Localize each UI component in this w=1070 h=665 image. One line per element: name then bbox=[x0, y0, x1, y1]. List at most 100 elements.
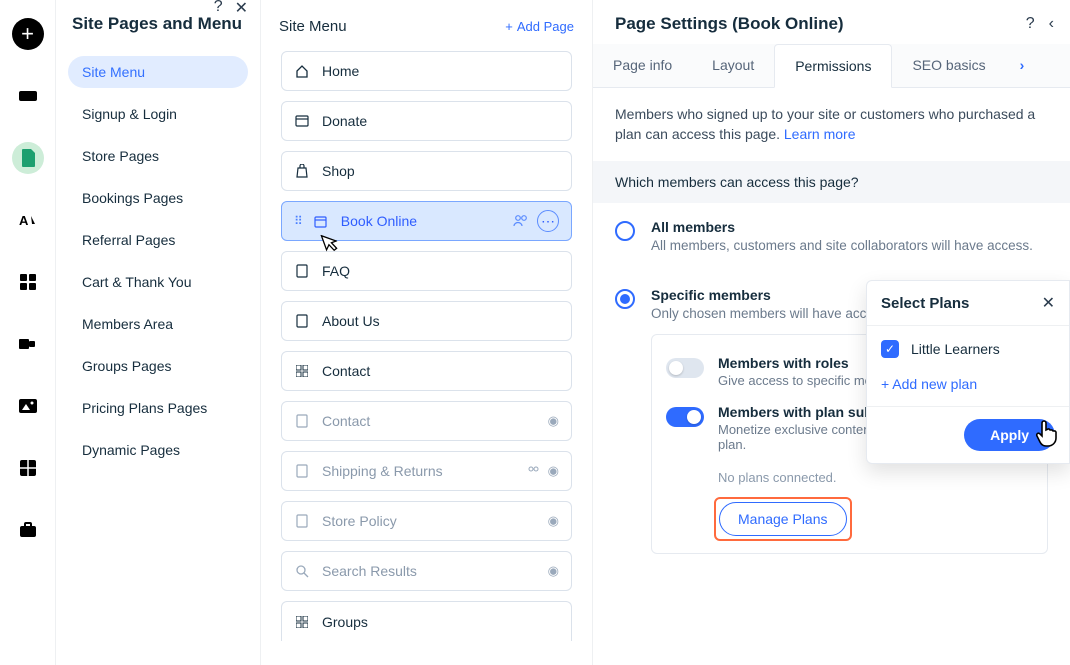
grid-icon bbox=[294, 363, 310, 379]
page-icon bbox=[294, 513, 310, 529]
category-bookings-pages[interactable]: Bookings Pages bbox=[68, 182, 248, 214]
select-plans-popup: Select Plans ✕ ✓ Little Learners + Add n… bbox=[866, 280, 1070, 464]
category-referral-pages[interactable]: Referral Pages bbox=[68, 224, 248, 256]
apply-button[interactable]: Apply bbox=[964, 419, 1055, 451]
tabs-scroll-right[interactable]: › bbox=[1006, 44, 1039, 87]
page-label: FAQ bbox=[322, 263, 350, 279]
page-icon bbox=[294, 413, 310, 429]
category-dynamic-pages[interactable]: Dynamic Pages bbox=[68, 434, 248, 466]
page-actions-button[interactable]: ⋯ bbox=[537, 210, 559, 232]
close-icon[interactable]: ✕ bbox=[235, 0, 248, 18]
apps-icon[interactable] bbox=[12, 266, 44, 298]
page-label: Donate bbox=[322, 113, 367, 129]
tab-seo-basics[interactable]: SEO basics bbox=[892, 44, 1005, 87]
page-item-faq[interactable]: FAQ bbox=[281, 251, 572, 291]
page-item-donate[interactable]: Donate bbox=[281, 101, 572, 141]
page-item-shop[interactable]: Shop bbox=[281, 151, 572, 191]
learn-more-link[interactable]: Learn more bbox=[784, 126, 856, 142]
page-item-shipping-returns[interactable]: Shipping & Returns ◉ bbox=[281, 451, 572, 491]
category-members-area[interactable]: Members Area bbox=[68, 308, 248, 340]
page-label: Contact bbox=[322, 413, 370, 429]
page-icon bbox=[294, 463, 310, 479]
page-item-search-results[interactable]: Search Results ◉ bbox=[281, 551, 572, 591]
page-label: Groups bbox=[322, 614, 368, 630]
plus-icon: + bbox=[505, 19, 513, 34]
page-icon bbox=[294, 313, 310, 329]
tool-rail: + A bbox=[0, 0, 56, 665]
roles-toggle[interactable] bbox=[666, 358, 704, 378]
media-icon[interactable] bbox=[12, 390, 44, 422]
checkbox-checked-icon[interactable]: ✓ bbox=[881, 340, 899, 358]
grid-icon bbox=[294, 614, 310, 630]
help-icon[interactable]: ? bbox=[1026, 15, 1035, 33]
add-page-label: Add Page bbox=[517, 19, 574, 34]
option-title: Specific members bbox=[651, 287, 891, 303]
option-subtitle: All members, customers and site collabor… bbox=[651, 237, 1033, 256]
site-menu-panel: Site Menu + Add Page Home Donate Shop ⠿ bbox=[261, 0, 593, 665]
add-icon[interactable]: + bbox=[12, 18, 44, 50]
radio-all-members[interactable] bbox=[615, 221, 635, 241]
page-item-book-online[interactable]: ⠿ Book Online ⋯ bbox=[281, 201, 572, 241]
popup-close-icon[interactable]: ✕ bbox=[1042, 293, 1055, 313]
category-pricing-plans-pages[interactable]: Pricing Plans Pages bbox=[68, 392, 248, 424]
page-item-home[interactable]: Home bbox=[281, 51, 572, 91]
section-icon[interactable] bbox=[12, 80, 44, 112]
plan-name: Little Learners bbox=[911, 341, 1000, 357]
option-all-members[interactable]: All members All members, customers and s… bbox=[615, 203, 1048, 272]
page-item-store-policy[interactable]: Store Policy ◉ bbox=[281, 501, 572, 541]
pages-icon[interactable] bbox=[12, 142, 44, 174]
plugin-icon[interactable] bbox=[12, 328, 44, 360]
drag-handle-icon[interactable]: ⠿ bbox=[294, 214, 301, 228]
hidden-icon: ◉ bbox=[548, 463, 559, 479]
popup-title: Select Plans bbox=[881, 295, 969, 312]
home-icon bbox=[294, 63, 310, 79]
settings-tabs: Page info Layout Permissions SEO basics … bbox=[593, 44, 1070, 88]
category-signup-login[interactable]: Signup & Login bbox=[68, 98, 248, 130]
page-item-about-us[interactable]: About Us bbox=[281, 301, 572, 341]
category-groups-pages[interactable]: Groups Pages bbox=[68, 350, 248, 382]
add-page-button[interactable]: + Add Page bbox=[505, 19, 574, 34]
option-subtitle: Only chosen members will have access. bbox=[651, 305, 891, 324]
page-label: Search Results bbox=[322, 563, 417, 579]
page-label: Home bbox=[322, 63, 359, 79]
page-icon bbox=[294, 263, 310, 279]
tab-layout[interactable]: Layout bbox=[692, 44, 774, 87]
page-item-contact-hidden[interactable]: Contact ◉ bbox=[281, 401, 572, 441]
page-item-groups[interactable]: Groups bbox=[281, 601, 572, 641]
calendar-icon bbox=[313, 213, 329, 229]
business-icon[interactable] bbox=[12, 514, 44, 546]
page-label: Contact bbox=[322, 363, 370, 379]
category-site-menu[interactable]: Site Menu bbox=[68, 56, 248, 88]
radio-specific-members[interactable] bbox=[615, 289, 635, 309]
cms-icon[interactable] bbox=[12, 452, 44, 484]
option-title: All members bbox=[651, 219, 1033, 235]
add-new-plan-link[interactable]: + Add new plan bbox=[867, 372, 1069, 406]
highlight-box: Manage Plans bbox=[714, 497, 852, 541]
members-icon[interactable] bbox=[513, 213, 529, 229]
permissions-description: Members who signed up to your site or cu… bbox=[615, 104, 1048, 145]
page-label: Book Online bbox=[341, 213, 417, 229]
design-icon[interactable]: A bbox=[12, 204, 44, 236]
shopping-bag-icon bbox=[294, 163, 310, 179]
plan-option[interactable]: ✓ Little Learners bbox=[867, 326, 1069, 372]
section-header: Which members can access this page? bbox=[593, 161, 1070, 203]
categories-panel: Site Pages and Menu ? ✕ Site Menu Signup… bbox=[56, 0, 261, 665]
manage-plans-button[interactable]: Manage Plans bbox=[719, 502, 847, 536]
tab-page-info[interactable]: Page info bbox=[593, 44, 692, 87]
page-settings-panel: Page Settings (Book Online) ? ‹ Page inf… bbox=[593, 0, 1070, 665]
category-cart-thank-you[interactable]: Cart & Thank You bbox=[68, 266, 248, 298]
hidden-icon: ◉ bbox=[548, 513, 559, 529]
hidden-icon: ◉ bbox=[548, 413, 559, 429]
plans-toggle[interactable] bbox=[666, 407, 704, 427]
no-plans-text: No plans connected. bbox=[718, 470, 1033, 485]
page-label: Shop bbox=[322, 163, 355, 179]
help-icon[interactable]: ? bbox=[214, 0, 223, 18]
svg-text:A: A bbox=[19, 213, 29, 228]
page-icon bbox=[294, 113, 310, 129]
tab-permissions[interactable]: Permissions bbox=[774, 44, 892, 88]
page-settings-title: Page Settings (Book Online) bbox=[615, 14, 844, 34]
page-item-contact[interactable]: Contact bbox=[281, 351, 572, 391]
collapse-icon[interactable]: ‹ bbox=[1049, 15, 1054, 33]
page-label: Shipping & Returns bbox=[322, 463, 443, 479]
category-store-pages[interactable]: Store Pages bbox=[68, 140, 248, 172]
